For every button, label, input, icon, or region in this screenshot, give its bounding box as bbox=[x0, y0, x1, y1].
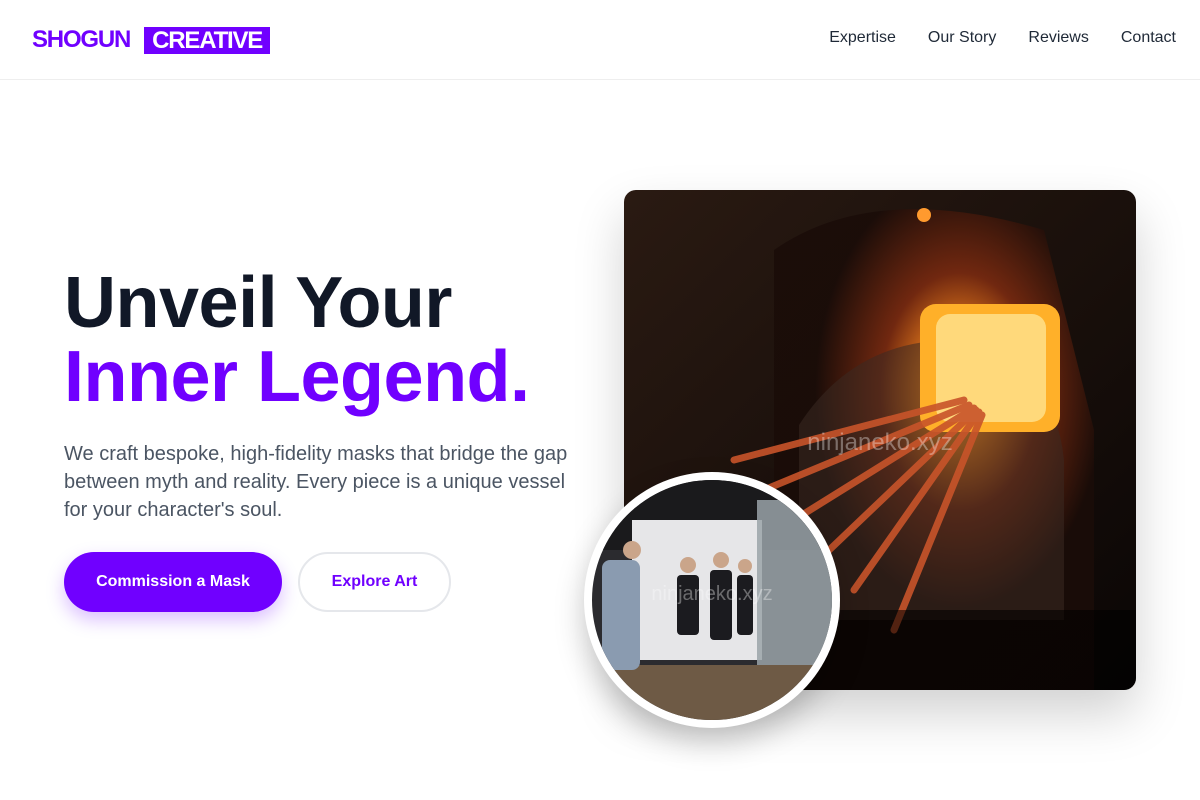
hero-actions: Commission a Mask Explore Art bbox=[64, 552, 451, 612]
brand-name-part2: CREATIVE bbox=[144, 26, 271, 54]
commission-mask-button[interactable]: Commission a Mask bbox=[64, 552, 282, 612]
round-image-watermark: ninjaneko.xyz bbox=[651, 583, 772, 605]
main-nav: Expertise Our Story Reviews Contact bbox=[829, 29, 1176, 47]
gallery-visitors-photo: ninjaneko.xyz bbox=[592, 480, 832, 720]
hero-headline-line1: Unveil Your bbox=[64, 263, 452, 343]
main-image-watermark: ninjaneko.xyz bbox=[807, 429, 952, 456]
gallery-visitors-illustration: ninjaneko.xyz bbox=[592, 480, 832, 720]
explore-art-button[interactable]: Explore Art bbox=[298, 552, 451, 612]
hero-description: We craft bespoke, high-fidelity masks th… bbox=[64, 443, 568, 521]
nav-link-contact[interactable]: Contact bbox=[1121, 29, 1176, 47]
nav-link-our-story[interactable]: Our Story bbox=[928, 29, 996, 47]
brand-logo[interactable]: SHOGUN CREATIVE bbox=[32, 26, 271, 54]
nav-link-expertise[interactable]: Expertise bbox=[829, 29, 896, 47]
hero-copy: Unveil Your Inner Legend. We craft bespo… bbox=[64, 266, 594, 524]
top-navigation-bar: SHOGUN CREATIVE Expertise Our Story Revi… bbox=[0, 0, 1200, 80]
gallery-visitors-image: ninjaneko.xyz bbox=[584, 472, 840, 728]
brand-name-part1: SHOGUN bbox=[32, 26, 131, 53]
nav-link-reviews[interactable]: Reviews bbox=[1028, 29, 1088, 47]
hero-headline: Unveil Your Inner Legend. bbox=[64, 266, 594, 414]
hero-headline-line2: Inner Legend. bbox=[64, 337, 530, 417]
